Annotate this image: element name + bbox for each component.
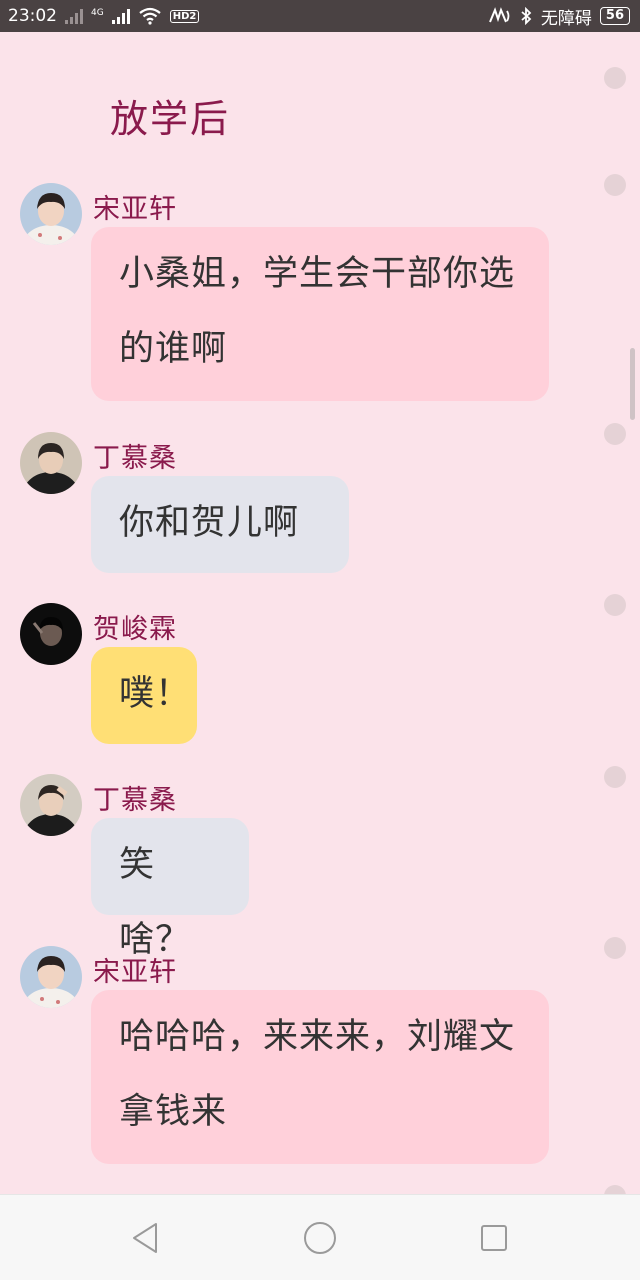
scene-title: 放学后: [110, 97, 231, 141]
message-bubble[interactable]: 笑啥？: [91, 818, 249, 960]
hd-voice-badge: HD2: [169, 9, 200, 23]
network-type-label: 4G: [91, 8, 104, 18]
sender-name: 丁慕桑: [93, 443, 177, 474]
back-icon[interactable]: [127, 1220, 163, 1256]
avatar[interactable]: [20, 946, 82, 1008]
nfc-icon: [488, 7, 510, 23]
bluetooth-icon: [521, 7, 532, 25]
message-bubble[interactable]: 哈哈哈，来来来，刘耀文拿钱来: [91, 990, 549, 1164]
navigation-bar: [0, 1194, 640, 1280]
sender-name: 贺峻霖: [93, 614, 177, 645]
avatar[interactable]: [20, 183, 82, 245]
message-bubble[interactable]: 噗！: [91, 647, 197, 744]
home-icon[interactable]: [302, 1220, 338, 1256]
signal-sim1-icon: [65, 8, 83, 24]
status-right: 无障碍 56: [487, 4, 630, 29]
status-left: 23:02 4G HD2: [8, 6, 200, 26]
avatar[interactable]: [20, 603, 82, 665]
recents-icon[interactable]: [476, 1220, 512, 1256]
wifi-icon: [139, 7, 161, 25]
sender-name: 丁慕桑: [93, 785, 177, 816]
avatar[interactable]: [20, 774, 82, 836]
message-bubble[interactable]: 你和贺儿啊: [91, 476, 349, 573]
edge-dot: [604, 594, 626, 616]
message-bubble[interactable]: 小桑姐，学生会干部你选的谁啊: [91, 227, 549, 401]
scrollbar-thumb[interactable]: [630, 348, 635, 420]
sender-name: 宋亚轩: [93, 194, 177, 225]
edge-dot: [604, 766, 626, 788]
battery-indicator: 56: [599, 7, 630, 25]
edge-dot: [604, 67, 626, 89]
accessibility-label: 无障碍: [540, 8, 592, 29]
signal-sim2-icon: [111, 8, 130, 24]
sender-name: 宋亚轩: [93, 957, 177, 988]
edge-dot: [604, 937, 626, 959]
status-bar: 23:02 4G HD2 无障碍 56: [0, 0, 640, 32]
avatar[interactable]: [20, 432, 82, 494]
clock: 23:02: [8, 6, 57, 26]
edge-dot: [604, 423, 626, 445]
edge-dot: [604, 174, 626, 196]
